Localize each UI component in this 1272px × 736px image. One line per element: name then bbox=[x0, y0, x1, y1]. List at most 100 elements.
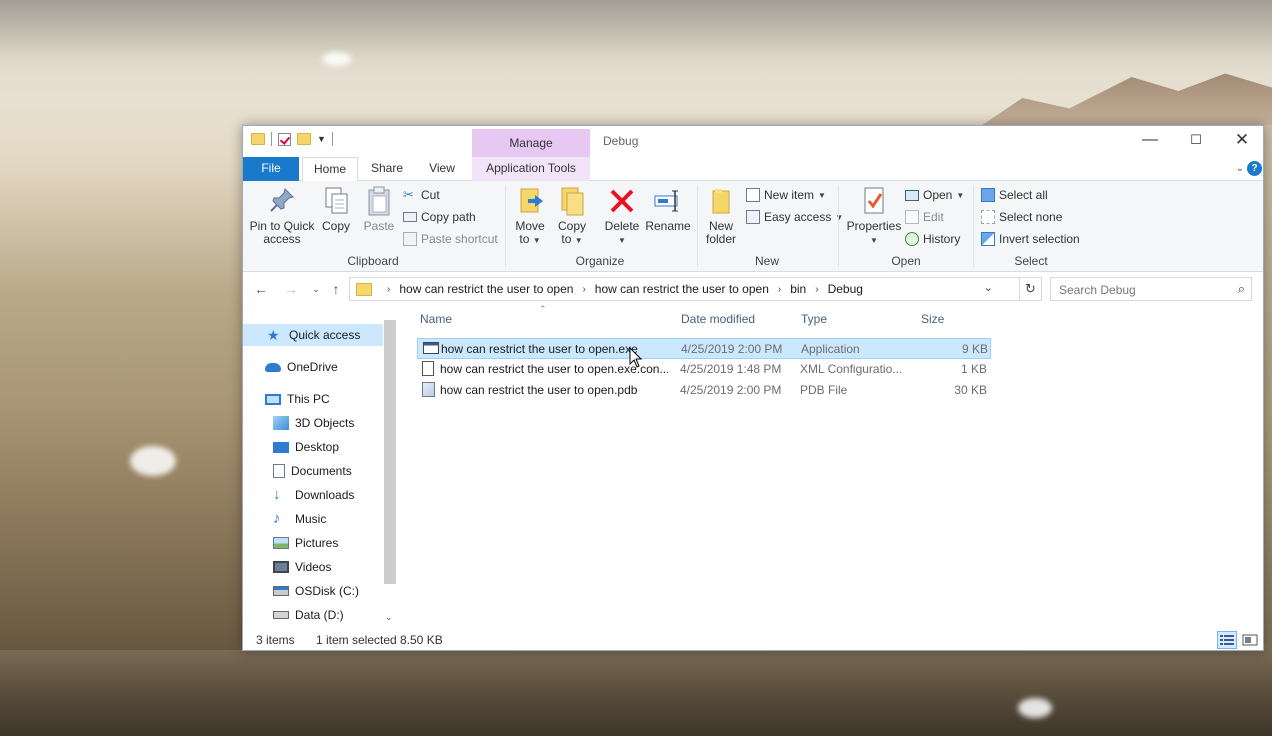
group-separator bbox=[697, 185, 698, 267]
search-icon[interactable]: ⌕ bbox=[1238, 281, 1245, 297]
forward-arrow-icon[interactable]: → bbox=[281, 279, 301, 299]
status-bar: 3 items 1 item selected 8.50 KB bbox=[243, 628, 1263, 650]
nav-item-label: 3D Objects bbox=[295, 416, 355, 430]
config-file-icon bbox=[422, 361, 434, 376]
new-item-button[interactable]: New item ▼ bbox=[746, 185, 826, 205]
ribbon-expand-chevron-icon[interactable]: ⌄ bbox=[1233, 157, 1247, 181]
nav-item-downloads[interactable]: ↓ Downloads bbox=[273, 484, 354, 506]
nav-item-documents[interactable]: Documents bbox=[273, 460, 352, 482]
column-header-size[interactable]: Size bbox=[921, 312, 944, 326]
tab-application-tools[interactable]: Application Tools bbox=[472, 157, 590, 181]
cut-button[interactable]: ✂ Cut bbox=[403, 185, 440, 205]
copy-button[interactable]: Copy bbox=[319, 185, 353, 233]
nav-item-data-d[interactable]: Data (D:) bbox=[273, 604, 344, 626]
nav-item-desktop[interactable]: Desktop bbox=[273, 436, 339, 458]
delete-button[interactable]: Delete ▼ bbox=[601, 185, 643, 247]
select-none-button[interactable]: Select none bbox=[981, 207, 1062, 227]
copy-path-button[interactable]: Copy path bbox=[403, 207, 476, 227]
nav-item-osdisk-c[interactable]: OSDisk (C:) bbox=[273, 580, 359, 602]
paste-shortcut-icon bbox=[403, 232, 417, 246]
nav-item-pictures[interactable]: Pictures bbox=[273, 532, 338, 554]
chevron-down-icon: ▼ bbox=[532, 236, 541, 245]
search-box[interactable]: Search Debug ⌕ bbox=[1050, 277, 1252, 301]
address-dropdown-chevron-icon[interactable]: ⌄ bbox=[984, 281, 993, 294]
copy-label: Copy bbox=[321, 219, 350, 233]
toolbar-divider bbox=[331, 132, 333, 146]
breadcrumb-item[interactable]: how can restrict the user to open bbox=[399, 282, 573, 296]
properties-qat-icon[interactable] bbox=[278, 132, 291, 146]
breadcrumb-chevron-icon[interactable]: › bbox=[778, 284, 781, 295]
nav-item-label: Videos bbox=[295, 560, 332, 574]
details-view-icon[interactable] bbox=[1217, 631, 1237, 649]
tab-view[interactable]: View bbox=[416, 157, 468, 181]
chevron-down-icon: ▼ bbox=[835, 212, 844, 222]
desktop-light-spot bbox=[1018, 698, 1052, 718]
breadcrumb-chevron-icon[interactable]: › bbox=[582, 284, 585, 295]
nav-item-3d-objects[interactable]: 3D Objects bbox=[273, 412, 354, 434]
new-folder-button[interactable]: New folder bbox=[703, 185, 739, 246]
nav-item-onedrive[interactable]: OneDrive bbox=[265, 356, 338, 378]
maximize-button[interactable]: ☐ bbox=[1173, 126, 1219, 157]
new-folder-qat-icon[interactable] bbox=[297, 133, 311, 145]
close-button[interactable]: ✕ bbox=[1219, 126, 1265, 157]
refresh-icon[interactable]: ↻ bbox=[1020, 277, 1042, 301]
properties-icon bbox=[859, 185, 889, 217]
paste-button[interactable]: Paste bbox=[361, 185, 397, 233]
move-to-button[interactable]: Move to ▼ bbox=[511, 185, 549, 247]
nav-item-label: Data (D:) bbox=[295, 608, 344, 622]
picture-icon bbox=[273, 537, 289, 549]
file-row[interactable]: how can restrict the user to open.exe 4/… bbox=[417, 338, 991, 359]
help-icon[interactable]: ? bbox=[1247, 161, 1262, 176]
breadcrumb-item[interactable]: how can restrict the user to open bbox=[595, 282, 769, 296]
back-arrow-icon[interactable]: ← bbox=[251, 279, 271, 299]
nav-item-this-pc[interactable]: This PC bbox=[265, 388, 330, 410]
group-label-clipboard: Clipboard bbox=[347, 254, 399, 268]
chevron-down-icon: ▼ bbox=[818, 190, 826, 200]
address-bar[interactable]: › how can restrict the user to open › ho… bbox=[349, 277, 1020, 301]
history-button[interactable]: History bbox=[905, 229, 960, 249]
manage-context-tab[interactable]: Manage bbox=[472, 129, 590, 157]
paste-shortcut-button[interactable]: Paste shortcut bbox=[403, 229, 498, 249]
file-row[interactable]: how can restrict the user to open.exe.co… bbox=[417, 359, 991, 380]
column-header-name[interactable]: Name bbox=[420, 312, 452, 326]
copy-to-label-line2: to bbox=[561, 232, 572, 246]
navigation-pane-scrollbar[interactable]: ⌄ bbox=[383, 320, 397, 626]
breadcrumb-chevron-icon[interactable]: › bbox=[815, 284, 818, 295]
drive-icon bbox=[273, 611, 289, 619]
file-row[interactable]: how can restrict the user to open.pdb 4/… bbox=[417, 380, 991, 401]
nav-item-quick-access[interactable]: ★ Quick access bbox=[243, 324, 383, 346]
select-none-label: Select none bbox=[999, 210, 1063, 224]
new-folder-icon bbox=[706, 185, 736, 217]
invert-selection-button[interactable]: Invert selection bbox=[981, 229, 1080, 249]
scroll-down-chevron-icon[interactable]: ⌄ bbox=[385, 612, 393, 623]
rename-button[interactable]: Rename bbox=[645, 185, 691, 233]
customize-qat-dropdown-icon[interactable]: ▼ bbox=[317, 134, 326, 144]
up-arrow-icon[interactable]: ↑ bbox=[326, 279, 346, 299]
nav-item-videos[interactable]: Videos bbox=[273, 556, 331, 578]
breadcrumb-item[interactable]: Debug bbox=[828, 282, 863, 296]
column-header-type[interactable]: Type bbox=[801, 312, 827, 326]
pin-to-quick-access-button[interactable]: Pin to Quick access bbox=[249, 185, 315, 246]
column-header-date-modified[interactable]: Date modified bbox=[681, 312, 755, 326]
open-button[interactable]: Open ▼ bbox=[905, 185, 964, 205]
edit-button[interactable]: Edit bbox=[905, 207, 944, 227]
file-date-modified: 4/25/2019 1:48 PM bbox=[680, 362, 782, 376]
minimize-button[interactable]: — bbox=[1127, 126, 1173, 157]
large-icons-view-icon[interactable] bbox=[1240, 631, 1260, 649]
nav-item-label: Downloads bbox=[295, 488, 355, 502]
tab-file[interactable]: File bbox=[243, 157, 299, 181]
tab-home[interactable]: Home bbox=[302, 157, 358, 182]
select-all-button[interactable]: Select all bbox=[981, 185, 1048, 205]
scrollbar-thumb[interactable] bbox=[384, 320, 396, 584]
copy-to-button[interactable]: Copy to ▼ bbox=[553, 185, 591, 247]
properties-button[interactable]: Properties ▼ bbox=[845, 185, 903, 247]
easy-access-button[interactable]: Easy access ▼ bbox=[746, 207, 843, 227]
nav-item-music[interactable]: ♪ Music bbox=[273, 508, 326, 530]
breadcrumb-chevron-icon[interactable]: › bbox=[387, 284, 390, 295]
desktop-light-spot bbox=[130, 446, 176, 476]
search-input[interactable]: Search Debug bbox=[1059, 283, 1136, 297]
tab-share[interactable]: Share bbox=[360, 157, 414, 181]
recent-locations-chevron-icon[interactable]: ⌄ bbox=[306, 279, 326, 299]
select-all-label: Select all bbox=[999, 188, 1048, 202]
breadcrumb-item[interactable]: bin bbox=[790, 282, 806, 296]
